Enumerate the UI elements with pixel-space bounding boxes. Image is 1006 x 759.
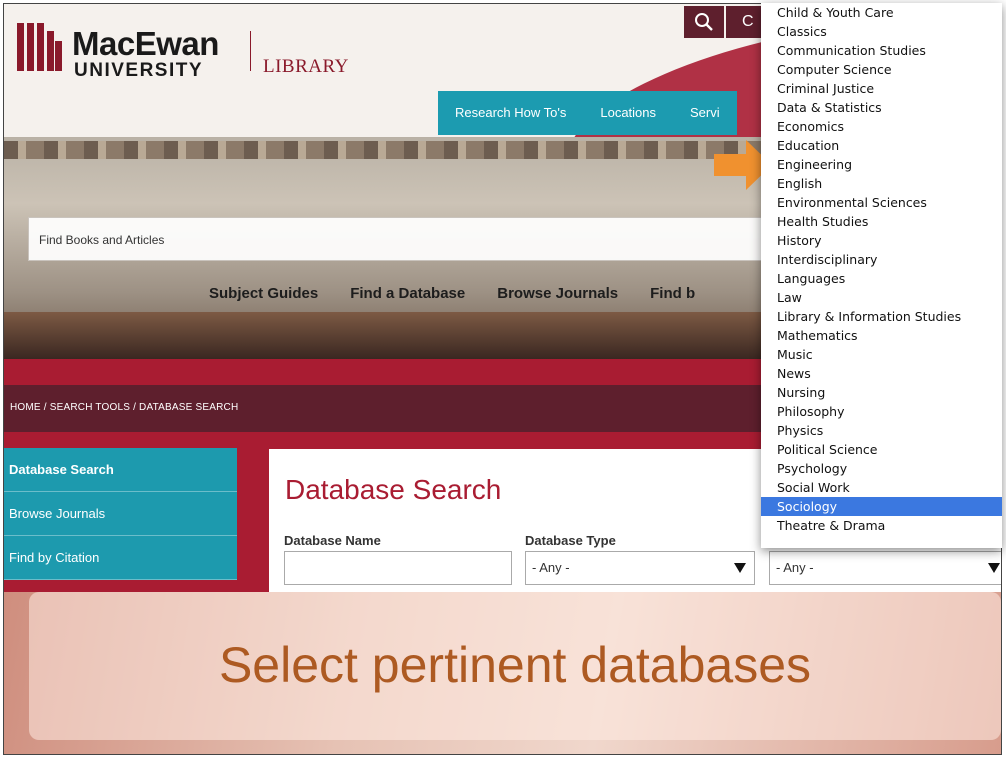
caption-background: Select pertinent databases bbox=[4, 592, 1001, 754]
dropdown-option[interactable]: Music bbox=[761, 345, 1002, 364]
university-logo-icon bbox=[17, 23, 62, 71]
database-type-select[interactable]: - Any - bbox=[525, 551, 755, 585]
search-icon bbox=[695, 13, 713, 31]
database-type-label: Database Type bbox=[525, 533, 616, 548]
dropdown-option[interactable]: Physics bbox=[761, 421, 1002, 440]
breadcrumb[interactable]: HOME / SEARCH TOOLS / DATABASE SEARCH bbox=[10, 402, 238, 413]
dropdown-option[interactable]: Philosophy bbox=[761, 402, 1002, 421]
tab-find-by[interactable]: Find b bbox=[650, 285, 695, 302]
dropdown-option[interactable]: Theatre & Drama bbox=[761, 516, 1002, 535]
page-title: Database Search bbox=[285, 474, 502, 505]
dropdown-option[interactable]: Economics bbox=[761, 117, 1002, 136]
nav-services[interactable]: Servi bbox=[673, 91, 737, 135]
library-label[interactable]: LIBRARY bbox=[263, 56, 349, 78]
sidebar-item-database-search[interactable]: Database Search bbox=[4, 448, 237, 492]
utility-button[interactable]: C bbox=[726, 6, 766, 38]
dropdown-option[interactable]: Computer Science bbox=[761, 60, 1002, 79]
dropdown-option[interactable]: News bbox=[761, 364, 1002, 383]
dropdown-option[interactable]: Education bbox=[761, 136, 1002, 155]
search-button[interactable] bbox=[684, 6, 724, 38]
find-books-search-input[interactable]: Find Books and Articles bbox=[28, 217, 778, 261]
logo-subtitle: UNIVERSITY bbox=[74, 60, 204, 81]
logo-divider bbox=[250, 31, 251, 71]
sidebar-item-browse-journals[interactable]: Browse Journals bbox=[4, 492, 237, 536]
dropdown-option[interactable]: History bbox=[761, 231, 1002, 250]
dropdown-option[interactable]: Sociology bbox=[761, 497, 1002, 516]
sidebar-item-find-by-citation[interactable]: Find by Citation bbox=[4, 536, 237, 580]
dropdown-option[interactable]: English bbox=[761, 174, 1002, 193]
subject-dropdown-list[interactable]: Child & Youth Care Classics Communication … bbox=[761, 3, 1002, 548]
dropdown-option[interactable]: Mathematics bbox=[761, 326, 1002, 345]
dropdown-option[interactable]: Languages bbox=[761, 269, 1002, 288]
dropdown-option[interactable]: Health Studies bbox=[761, 212, 1002, 231]
dropdown-option[interactable]: Criminal Justice bbox=[761, 79, 1002, 98]
tab-browse-journals[interactable]: Browse Journals bbox=[497, 285, 618, 302]
dropdown-option[interactable]: Psychology bbox=[761, 459, 1002, 478]
search-tabs: Subject Guides Find a Database Browse Jo… bbox=[209, 285, 695, 302]
dropdown-option[interactable]: Communication Studies bbox=[761, 41, 1002, 60]
chevron-down-icon bbox=[988, 563, 1000, 573]
dropdown-option[interactable]: Classics bbox=[761, 22, 1002, 41]
caption-overlay: Select pertinent databases bbox=[29, 592, 1001, 740]
dropdown-option[interactable]: Data & Statistics bbox=[761, 98, 1002, 117]
database-name-input[interactable] bbox=[284, 551, 512, 585]
dropdown-option[interactable]: Social Work bbox=[761, 478, 1002, 497]
dropdown-option[interactable]: Political Science bbox=[761, 440, 1002, 459]
main-nav: Research How To's Locations Servi bbox=[438, 91, 737, 135]
dropdown-option[interactable]: Environmental Sciences bbox=[761, 193, 1002, 212]
nav-research-how-tos[interactable]: Research How To's bbox=[438, 91, 583, 135]
dropdown-option[interactable]: Law bbox=[761, 288, 1002, 307]
side-navigation: Database Search Browse Journals Find by … bbox=[4, 448, 237, 580]
chevron-down-icon bbox=[734, 563, 746, 573]
dropdown-option[interactable]: Child & Youth Care bbox=[761, 3, 1002, 22]
dropdown-option[interactable]: Interdisciplinary bbox=[761, 250, 1002, 269]
tab-find-a-database[interactable]: Find a Database bbox=[350, 285, 465, 302]
tab-subject-guides[interactable]: Subject Guides bbox=[209, 285, 318, 302]
caption-text: Select pertinent databases bbox=[218, 637, 812, 693]
database-name-label: Database Name bbox=[284, 533, 381, 548]
subject-value: - Any - bbox=[776, 560, 814, 575]
logo-name[interactable]: MacEwan bbox=[72, 25, 219, 63]
subject-select[interactable]: - Any - bbox=[769, 551, 1001, 585]
dropdown-option[interactable]: Library & Information Studies bbox=[761, 307, 1002, 326]
dropdown-option[interactable]: Engineering bbox=[761, 155, 1002, 174]
database-type-value: - Any - bbox=[532, 560, 570, 575]
dropdown-option[interactable]: Nursing bbox=[761, 383, 1002, 402]
nav-locations[interactable]: Locations bbox=[583, 91, 673, 135]
